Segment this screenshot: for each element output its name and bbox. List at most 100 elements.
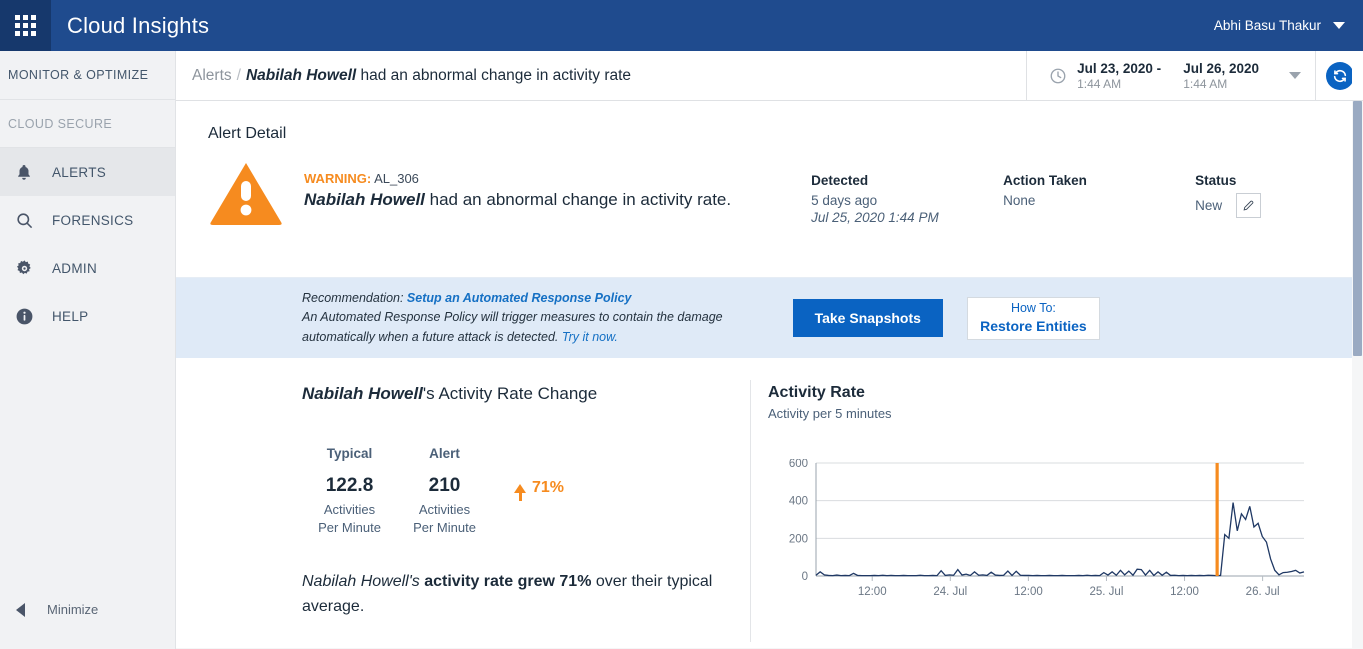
refresh-icon — [1326, 62, 1354, 90]
sidebar: MONITOR & OPTIMIZE CLOUD SECURE ALERTS F… — [0, 51, 176, 649]
stat-typical: Typical 122.8 Activities Per Minute — [302, 446, 397, 536]
summary-person: Nabilah Howell — [302, 573, 409, 590]
take-snapshots-button[interactable]: Take Snapshots — [793, 299, 943, 337]
meta-value-secondary: Jul 25, 2020 1:44 PM — [811, 210, 1003, 225]
activity-change-title-rest: 's Activity Rate Change — [423, 384, 597, 403]
alert-main-text: WARNING: AL_306 Nabilah Howell had an ab… — [304, 171, 731, 210]
recommendation-actions: Take Snapshots How To: Restore Entities — [793, 297, 1100, 340]
stat-value: 122.8 — [302, 475, 397, 497]
alert-sentence: Nabilah Howell had an abnormal change in… — [304, 190, 731, 210]
activity-rate-change-panel: Nabilah Howell's Activity Rate Change Ty… — [176, 358, 754, 648]
stat-alert: Alert 210 Activities Per Minute — [397, 446, 492, 536]
restore-entities-button[interactable]: How To: Restore Entities — [967, 297, 1100, 340]
search-icon — [12, 211, 36, 230]
alert-sentence-rest: had an abnormal change in activity rate. — [425, 190, 731, 209]
minimize-label: Minimize — [47, 602, 98, 617]
date-range-end-date: Jul 26, 2020 — [1183, 61, 1259, 76]
apps-grid-icon — [15, 15, 36, 36]
chart-subtitle: Activity per 5 minutes — [768, 406, 1353, 421]
date-range-start: Jul 23, 2020 - 1:44 AM — [1077, 61, 1161, 91]
svg-text:12:00: 12:00 — [1014, 586, 1043, 598]
recommendation-text: Recommendation: Setup an Automated Respo… — [302, 289, 723, 347]
meta-detected: Detected 5 days ago Jul 25, 2020 1:44 PM — [811, 173, 1003, 225]
user-menu[interactable]: Abhi Basu Thakur — [1214, 18, 1345, 33]
stat-unit-line-2: Per Minute — [397, 519, 492, 537]
date-range-end: Jul 26, 2020 1:44 AM — [1183, 61, 1259, 91]
recommendation-line-2: An Automated Response Policy will trigge… — [302, 308, 723, 327]
breadcrumb-separator: / — [237, 67, 241, 84]
svg-text:200: 200 — [789, 533, 808, 545]
main-content: Alert Detail WARNING: AL_306 Nabilah How… — [176, 101, 1353, 649]
activity-stats: Typical 122.8 Activities Per Minute Aler… — [302, 446, 754, 536]
sidebar-section-cloud-secure[interactable]: CLOUD SECURE — [0, 100, 175, 148]
sidebar-item-label: HELP — [52, 309, 88, 324]
chevron-down-icon — [1289, 72, 1301, 79]
sidebar-item-forensics[interactable]: FORENSICS — [0, 196, 175, 244]
user-name-label: Abhi Basu Thakur — [1214, 18, 1321, 33]
sidebar-item-alerts[interactable]: ALERTS — [0, 148, 175, 196]
scrollbar-thumb[interactable] — [1353, 101, 1362, 356]
breadcrumb-person: Nabilah Howell — [246, 67, 356, 84]
meta-action-taken: Action Taken None — [1003, 173, 1195, 225]
severity-label: WARNING: — [304, 171, 371, 186]
meta-value: None — [1003, 193, 1195, 208]
stat-unit: Activities Per Minute — [397, 501, 492, 536]
sidebar-item-help[interactable]: HELP — [0, 292, 175, 340]
stat-head: Typical — [302, 446, 397, 461]
activity-rate-line-chart: 020040060012:0024. Jul12:0025. Jul12:002… — [768, 459, 1308, 604]
breadcrumb-bar: Alerts/Nabilah Howell had an abnormal ch… — [176, 51, 1363, 101]
edit-status-button[interactable] — [1236, 193, 1261, 218]
status-badge: New — [1195, 198, 1222, 213]
svg-text:0: 0 — [802, 571, 808, 583]
vertical-divider — [750, 380, 751, 642]
charts-section: Nabilah Howell's Activity Rate Change Ty… — [176, 358, 1353, 648]
stat-unit-line-2: Per Minute — [302, 519, 397, 537]
breadcrumb: Alerts/Nabilah Howell had an abnormal ch… — [192, 67, 631, 85]
alert-meta-group: Detected 5 days ago Jul 25, 2020 1:44 PM… — [811, 173, 1261, 225]
sidebar-minimize-button[interactable]: Minimize — [0, 602, 175, 617]
alert-detail-panel: Alert Detail WARNING: AL_306 Nabilah How… — [176, 101, 1353, 277]
date-range-end-time: 1:44 AM — [1183, 77, 1259, 91]
sidebar-item-admin[interactable]: ADMIN — [0, 244, 175, 292]
recommendation-line-1: Recommendation: Setup an Automated Respo… — [302, 289, 723, 308]
activity-change-person: Nabilah Howell — [302, 384, 423, 403]
restore-entities-label-1: How To: — [1011, 300, 1056, 317]
sidebar-item-label: FORENSICS — [52, 213, 133, 228]
sidebar-section-monitor-optimize[interactable]: MONITOR & OPTIMIZE — [0, 51, 175, 100]
stat-unit-line-1: Activities — [302, 501, 397, 519]
status-row: New — [1195, 193, 1261, 218]
meta-title: Status — [1195, 173, 1261, 188]
setup-policy-link[interactable]: Setup an Automated Response Policy — [407, 291, 632, 305]
clock-icon — [1049, 67, 1067, 85]
activity-rate-chart-panel: Activity Rate Activity per 5 minutes 020… — [754, 358, 1353, 648]
top-app-bar: Cloud Insights Abhi Basu Thakur — [0, 0, 1363, 51]
info-icon — [12, 307, 36, 326]
sidebar-item-label: ADMIN — [52, 261, 97, 276]
recommendation-prefix: Recommendation: — [302, 291, 407, 305]
bell-icon — [12, 163, 36, 182]
svg-text:24. Jul: 24. Jul — [933, 586, 967, 598]
stat-value: 210 — [397, 475, 492, 497]
delta-value: 71% — [532, 479, 564, 497]
breadcrumb-root-link[interactable]: Alerts — [192, 67, 232, 84]
restore-entities-label-2: Restore Entities — [980, 317, 1087, 336]
chart-plot: 020040060012:0024. Jul12:0025. Jul12:002… — [768, 459, 1353, 609]
svg-text:12:00: 12:00 — [1170, 586, 1199, 598]
try-it-now-link[interactable]: Try it now. — [562, 330, 618, 344]
apps-launcher-button[interactable] — [0, 0, 51, 51]
recommendation-band: Recommendation: Setup an Automated Respo… — [176, 277, 1353, 358]
meta-title: Action Taken — [1003, 173, 1195, 188]
svg-text:25. Jul: 25. Jul — [1090, 586, 1124, 598]
summary-bold: activity rate grew 71% — [424, 573, 591, 590]
meta-status: Status New — [1195, 173, 1261, 225]
date-range-start-date: Jul 23, 2020 - — [1077, 61, 1161, 76]
svg-text:400: 400 — [789, 496, 808, 508]
page-title: Alert Detail — [208, 125, 1353, 143]
summary-mid: 's — [409, 573, 425, 590]
svg-text:600: 600 — [789, 459, 808, 470]
chevron-down-icon — [1333, 22, 1345, 29]
date-range-picker[interactable]: Jul 23, 2020 - 1:44 AM Jul 26, 2020 1:44… — [1026, 51, 1315, 101]
activity-change-title: Nabilah Howell's Activity Rate Change — [302, 384, 754, 404]
breadcrumb-right-edge — [1352, 51, 1363, 101]
vertical-scrollbar[interactable] — [1352, 101, 1363, 649]
